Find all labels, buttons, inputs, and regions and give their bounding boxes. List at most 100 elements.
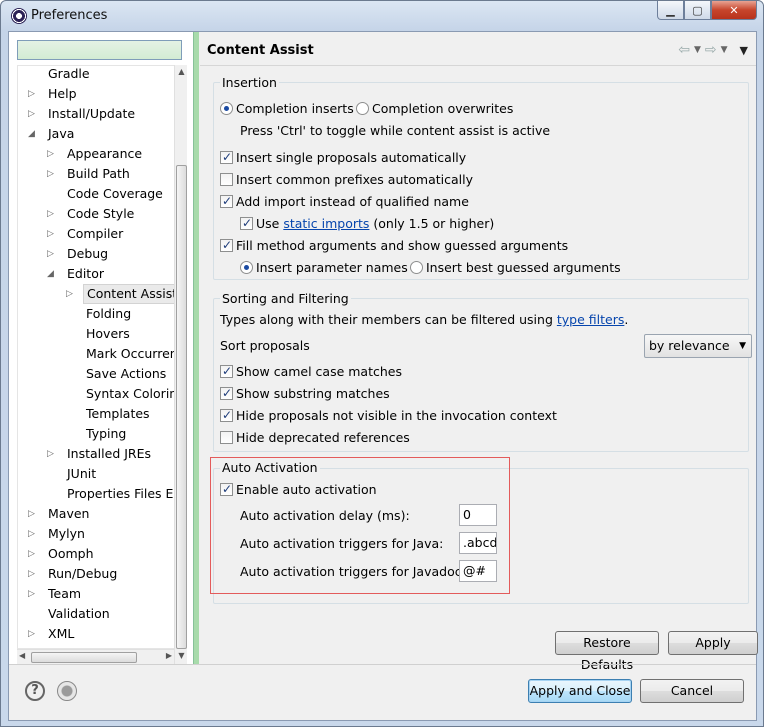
enable-auto-activation-checkbox[interactable] [220, 480, 233, 498]
collapsed-arrow-icon[interactable]: ▷ [28, 84, 38, 104]
static-imports-checkbox[interactable] [240, 214, 253, 232]
dialog-client-area: Gradle ▷ Help ▷ Install/Update ◢ Java ▷ Appearan… [8, 31, 758, 721]
tree-item-label: Appearance [67, 146, 143, 161]
tree-vertical-scrollbar[interactable]: ▲ ▼ [174, 65, 187, 665]
collapsed-arrow-icon[interactable]: ▷ [47, 204, 57, 224]
java-triggers-label: Auto activation triggers for Java: [240, 536, 444, 551]
collapsed-arrow-icon[interactable]: ▷ [66, 284, 76, 304]
scroll-left-arrow-icon[interactable]: ◀ [19, 651, 25, 660]
filter-input[interactable] [17, 40, 182, 60]
scroll-thumb[interactable] [176, 165, 187, 649]
collapsed-arrow-icon[interactable]: ▷ [28, 504, 38, 524]
tree-item-label: Run/Debug [48, 566, 118, 581]
restore-defaults-button[interactable]: Restore Defaults [555, 631, 659, 672]
tree-item-label: Team [48, 586, 82, 601]
type-filters-link[interactable]: type filters [557, 312, 625, 327]
completion-overwrites-option[interactable]: Completion overwrites [356, 100, 513, 118]
close-button[interactable]: ✕ [711, 1, 757, 20]
maximize-button[interactable]: ▢ [684, 1, 711, 20]
completion-inserts-radio[interactable] [220, 102, 233, 115]
collapsed-arrow-icon[interactable]: ▷ [28, 104, 38, 124]
preferences-navigation: Gradle ▷ Help ▷ Install/Update ◢ Java ▷ Appearan… [9, 32, 199, 665]
hide-deprecated-option[interactable]: Hide deprecated references [220, 429, 410, 447]
completion-overwrites-radio[interactable] [356, 102, 369, 115]
scroll-right-arrow-icon[interactable]: ▶ [166, 651, 172, 660]
camel-case-option[interactable]: Show camel case matches [220, 362, 402, 381]
tree-item-label: Java [48, 126, 75, 141]
expanded-arrow-icon[interactable]: ◢ [47, 264, 57, 284]
tree-item-label: Oomph [48, 546, 94, 561]
sort-proposals-select[interactable]: by relevance ▼ [644, 334, 752, 358]
minimize-button[interactable]: ▁ [657, 1, 684, 20]
footer-separator [9, 664, 756, 665]
content-assist-page: Content Assist ⇦ ▼ ⇨ ▼ ▼ Insertion Compl… [200, 32, 758, 672]
collapsed-arrow-icon[interactable]: ▷ [47, 244, 57, 264]
record-macro-icon[interactable] [57, 681, 77, 701]
substring-option[interactable]: Show substring matches [220, 384, 390, 403]
collapsed-arrow-icon[interactable]: ▷ [28, 564, 38, 584]
collapsed-arrow-icon[interactable]: ▷ [47, 164, 57, 184]
add-import-checkbox[interactable] [220, 192, 233, 210]
sort-proposals-label: Sort proposals [220, 338, 310, 353]
sorting-group-title: Sorting and Filtering [220, 291, 351, 306]
insert-parameter-names-option[interactable]: Insert parameter names [240, 259, 408, 277]
common-prefixes-checkbox[interactable] [220, 173, 233, 186]
collapsed-arrow-icon[interactable]: ▷ [47, 444, 57, 464]
tree-item-label: Code Style [67, 206, 135, 221]
collapsed-arrow-icon[interactable]: ▷ [47, 224, 57, 244]
toggle-hint: Press 'Ctrl' to toggle while content ass… [240, 123, 551, 138]
insert-best-guessed-radio[interactable] [410, 261, 423, 274]
help-icon[interactable]: ? [25, 681, 45, 701]
single-proposals-checkbox[interactable] [220, 148, 233, 166]
tree-item-label: Templates [86, 406, 150, 421]
chevron-down-icon: ▼ [739, 341, 746, 351]
activation-delay-input[interactable]: 0 [459, 504, 497, 526]
hide-not-visible-checkbox[interactable] [220, 406, 233, 424]
insert-parameter-names-radio[interactable] [240, 261, 253, 274]
fill-arguments-option[interactable]: Fill method arguments and show guessed a… [220, 236, 568, 255]
fill-arguments-checkbox[interactable] [220, 236, 233, 254]
collapsed-arrow-icon[interactable]: ▷ [28, 544, 38, 564]
collapsed-arrow-icon[interactable]: ▷ [28, 584, 38, 604]
back-arrow-icon[interactable]: ⇦ [678, 42, 690, 58]
insert-best-guessed-option[interactable]: Insert best guessed arguments [410, 259, 621, 277]
camel-case-checkbox[interactable] [220, 362, 233, 380]
tree-item-label: Syntax Coloring [86, 386, 174, 401]
static-imports-option[interactable]: Use static imports (only 1.5 or higher) [240, 214, 494, 233]
tree-item-label: Install/Update [48, 106, 136, 121]
scroll-up-arrow-icon[interactable]: ▲ [175, 67, 188, 81]
collapsed-arrow-icon[interactable]: ▷ [28, 624, 38, 644]
collapsed-arrow-icon[interactable]: ▷ [47, 144, 57, 164]
scroll-down-arrow-icon[interactable]: ▼ [175, 651, 188, 665]
static-imports-link[interactable]: static imports [283, 216, 369, 231]
expanded-arrow-icon[interactable]: ◢ [28, 124, 38, 144]
cancel-button[interactable]: Cancel [640, 679, 744, 703]
back-history-dropdown-icon[interactable]: ▼ [694, 45, 701, 55]
collapsed-arrow-icon[interactable]: ▷ [28, 524, 38, 544]
tree-horizontal-scrollbar[interactable]: ◀ ▶ [17, 649, 174, 665]
substring-checkbox[interactable] [220, 384, 233, 402]
tree-item-label: Editor [67, 266, 104, 281]
javadoc-triggers-label: Auto activation triggers for Javadoc: [240, 564, 466, 579]
view-menu-icon[interactable]: ▼ [740, 44, 748, 57]
completion-inserts-option[interactable]: Completion inserts [220, 100, 354, 118]
forward-history-dropdown-icon[interactable]: ▼ [721, 45, 728, 55]
preferences-window: Preferences ▁ ▢ ✕ Gradle ▷ Help ▷ Install/Up… [0, 0, 764, 727]
forward-arrow-icon[interactable]: ⇨ [705, 42, 717, 58]
apply-button[interactable]: Apply [668, 631, 758, 655]
hide-deprecated-checkbox[interactable] [220, 431, 233, 444]
title-bar[interactable]: Preferences ▁ ▢ ✕ [1, 1, 763, 31]
tree-item-label: Validation [48, 606, 110, 621]
add-import-option[interactable]: Add import instead of qualified name [220, 192, 469, 211]
javadoc-triggers-input[interactable]: @# [459, 560, 497, 582]
page-navigation: ⇦ ▼ ⇨ ▼ ▼ [678, 42, 748, 58]
single-proposals-option[interactable]: Insert single proposals automatically [220, 148, 466, 167]
common-prefixes-option[interactable]: Insert common prefixes automatically [220, 171, 473, 189]
apply-and-close-button[interactable]: Apply and Close [528, 679, 632, 703]
tree-item-label: Content Assist [83, 284, 174, 304]
java-triggers-input[interactable]: .abcd [459, 532, 497, 554]
enable-auto-activation-option[interactable]: Enable auto activation [220, 480, 377, 499]
hscroll-thumb[interactable] [31, 652, 137, 663]
hide-not-visible-option[interactable]: Hide proposals not visible in the invoca… [220, 406, 557, 425]
tree-item-label: XML [48, 626, 75, 641]
